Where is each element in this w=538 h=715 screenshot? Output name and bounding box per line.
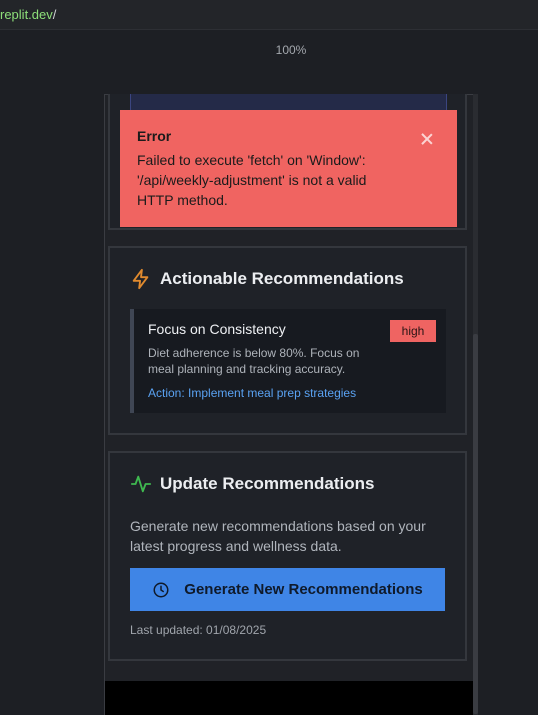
toast-title: Error xyxy=(137,128,172,144)
bottom-region xyxy=(105,681,473,715)
scrollbar[interactable] xyxy=(473,94,478,715)
error-toast: Error Failed to execute 'fetch' on 'Wind… xyxy=(120,110,457,227)
update-card: Update Recommendations Generate new reco… xyxy=(108,451,467,661)
update-header: Update Recommendations xyxy=(130,473,374,495)
close-icon[interactable] xyxy=(420,132,434,146)
lightning-icon xyxy=(132,268,149,290)
recommendation-item: Focus on Consistency Diet adherence is b… xyxy=(130,309,446,413)
browser-url-bar[interactable]: replit.dev/ xyxy=(0,0,538,30)
last-updated: Last updated: 01/08/2025 xyxy=(130,623,267,637)
priority-badge: high xyxy=(390,320,436,342)
clock-icon xyxy=(153,582,169,597)
recommendations-card: Actionable Recommendations Focus on Cons… xyxy=(108,246,467,435)
generate-button-label: Generate New Recommendations xyxy=(184,581,423,598)
recommendation-description: Diet adherence is below 80%. Focus on me… xyxy=(148,346,360,376)
scrollbar-thumb[interactable] xyxy=(473,334,478,714)
zoom-level: 100% xyxy=(275,43,307,57)
recommendations-title: Actionable Recommendations xyxy=(160,269,404,288)
update-title: Update Recommendations xyxy=(160,474,375,493)
activity-icon xyxy=(130,475,152,493)
toast-message: Failed to execute 'fetch' on 'Window': '… xyxy=(137,152,367,208)
url-text[interactable]: replit.dev/ xyxy=(0,7,56,22)
generate-recommendations-button[interactable]: Generate New Recommendations xyxy=(130,568,445,611)
update-description: Generate new recommendations based on yo… xyxy=(130,518,426,554)
recommendation-action[interactable]: Action: Implement meal prep strategies xyxy=(148,386,432,400)
recommendations-header: Actionable Recommendations xyxy=(130,268,404,290)
